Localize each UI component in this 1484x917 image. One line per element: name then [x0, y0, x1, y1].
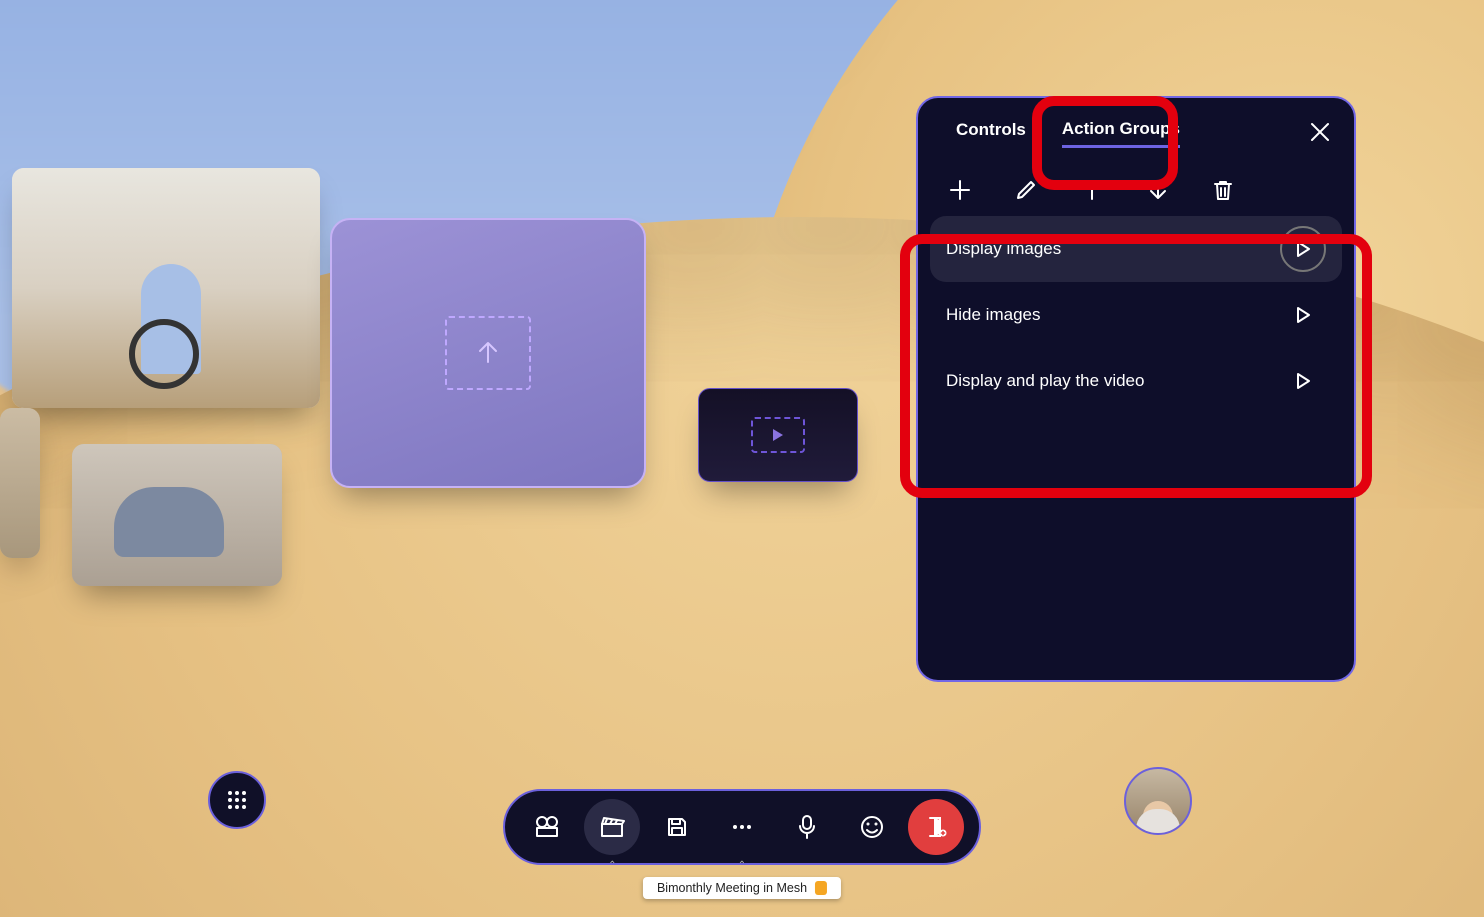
- smile-icon: [859, 814, 885, 840]
- arrow-down-icon: [1146, 178, 1170, 202]
- arrow-up-icon: [473, 338, 503, 368]
- scene-image-frame-2[interactable]: [0, 408, 40, 558]
- photo-placeholder: [0, 408, 40, 558]
- scene-video-screen[interactable]: [698, 388, 858, 482]
- microphone-icon: [796, 814, 818, 840]
- photo-placeholder: [72, 444, 282, 586]
- camera-reel-icon: [533, 814, 561, 840]
- plus-icon: [948, 178, 972, 202]
- status-indicator-icon: [815, 881, 827, 895]
- play-action-button[interactable]: [1280, 226, 1326, 272]
- action-group-label: Display and play the video: [946, 371, 1144, 391]
- action-group-item[interactable]: Display images: [930, 216, 1342, 282]
- play-action-button[interactable]: [1280, 358, 1326, 404]
- add-button[interactable]: [948, 178, 972, 202]
- clapperboard-icon: [599, 815, 625, 839]
- chevron-up-icon: ⌃: [738, 860, 746, 871]
- play-action-button[interactable]: [1280, 292, 1326, 338]
- upload-target: [445, 316, 531, 390]
- leave-button[interactable]: [908, 799, 964, 855]
- delete-button[interactable]: [1212, 178, 1234, 202]
- play-icon: [1294, 240, 1312, 258]
- more-horizontal-icon: [730, 815, 754, 839]
- control-panel: Controls Action Groups Display images Hi…: [916, 96, 1356, 682]
- apps-grid-button[interactable]: [208, 771, 266, 829]
- grid-icon: [226, 789, 248, 811]
- camera-reel-button[interactable]: [519, 799, 575, 855]
- play-icon: [1294, 306, 1312, 324]
- save-button[interactable]: [649, 799, 705, 855]
- chevron-up-icon: ⌃: [608, 860, 616, 871]
- photo-placeholder: [12, 168, 320, 408]
- action-group-list: Display images Hide images Display and p…: [918, 216, 1354, 414]
- avatar-button[interactable]: [1124, 767, 1192, 835]
- clapperboard-button[interactable]: ⌃: [584, 799, 640, 855]
- floppy-disk-icon: [665, 815, 689, 839]
- action-group-item[interactable]: Hide images: [930, 282, 1342, 348]
- play-icon: [770, 427, 786, 443]
- meeting-name-label: Bimonthly Meeting in Mesh: [657, 881, 807, 895]
- scene-upload-screen[interactable]: [330, 218, 646, 488]
- close-icon: [1308, 120, 1332, 144]
- video-target: [751, 417, 805, 453]
- edit-button[interactable]: [1014, 178, 1038, 202]
- tab-action-groups[interactable]: Action Groups: [1062, 119, 1180, 148]
- avatar-body: [1136, 809, 1180, 835]
- emoji-button[interactable]: [844, 799, 900, 855]
- action-group-item[interactable]: Display and play the video: [930, 348, 1342, 414]
- tab-controls[interactable]: Controls: [956, 120, 1026, 146]
- move-down-button[interactable]: [1146, 178, 1170, 202]
- panel-toolbar: [918, 168, 1354, 216]
- bottom-toolbar: ⌃ ⌃: [503, 789, 981, 865]
- pencil-icon: [1014, 178, 1038, 202]
- move-up-button[interactable]: [1080, 178, 1104, 202]
- leave-door-icon: [924, 815, 948, 839]
- microphone-button[interactable]: [779, 799, 835, 855]
- scene-image-frame-3[interactable]: [72, 444, 282, 586]
- action-group-label: Hide images: [946, 305, 1041, 325]
- scene-image-frame-1[interactable]: [12, 168, 320, 408]
- arrow-up-icon: [1080, 178, 1104, 202]
- play-icon: [1294, 372, 1312, 390]
- close-panel-button[interactable]: [1308, 120, 1332, 144]
- panel-tabs: Controls Action Groups: [918, 98, 1354, 168]
- trash-icon: [1212, 178, 1234, 202]
- more-button[interactable]: ⌃: [714, 799, 770, 855]
- action-group-label: Display images: [946, 239, 1061, 259]
- meeting-name-chip[interactable]: Bimonthly Meeting in Mesh: [643, 877, 841, 899]
